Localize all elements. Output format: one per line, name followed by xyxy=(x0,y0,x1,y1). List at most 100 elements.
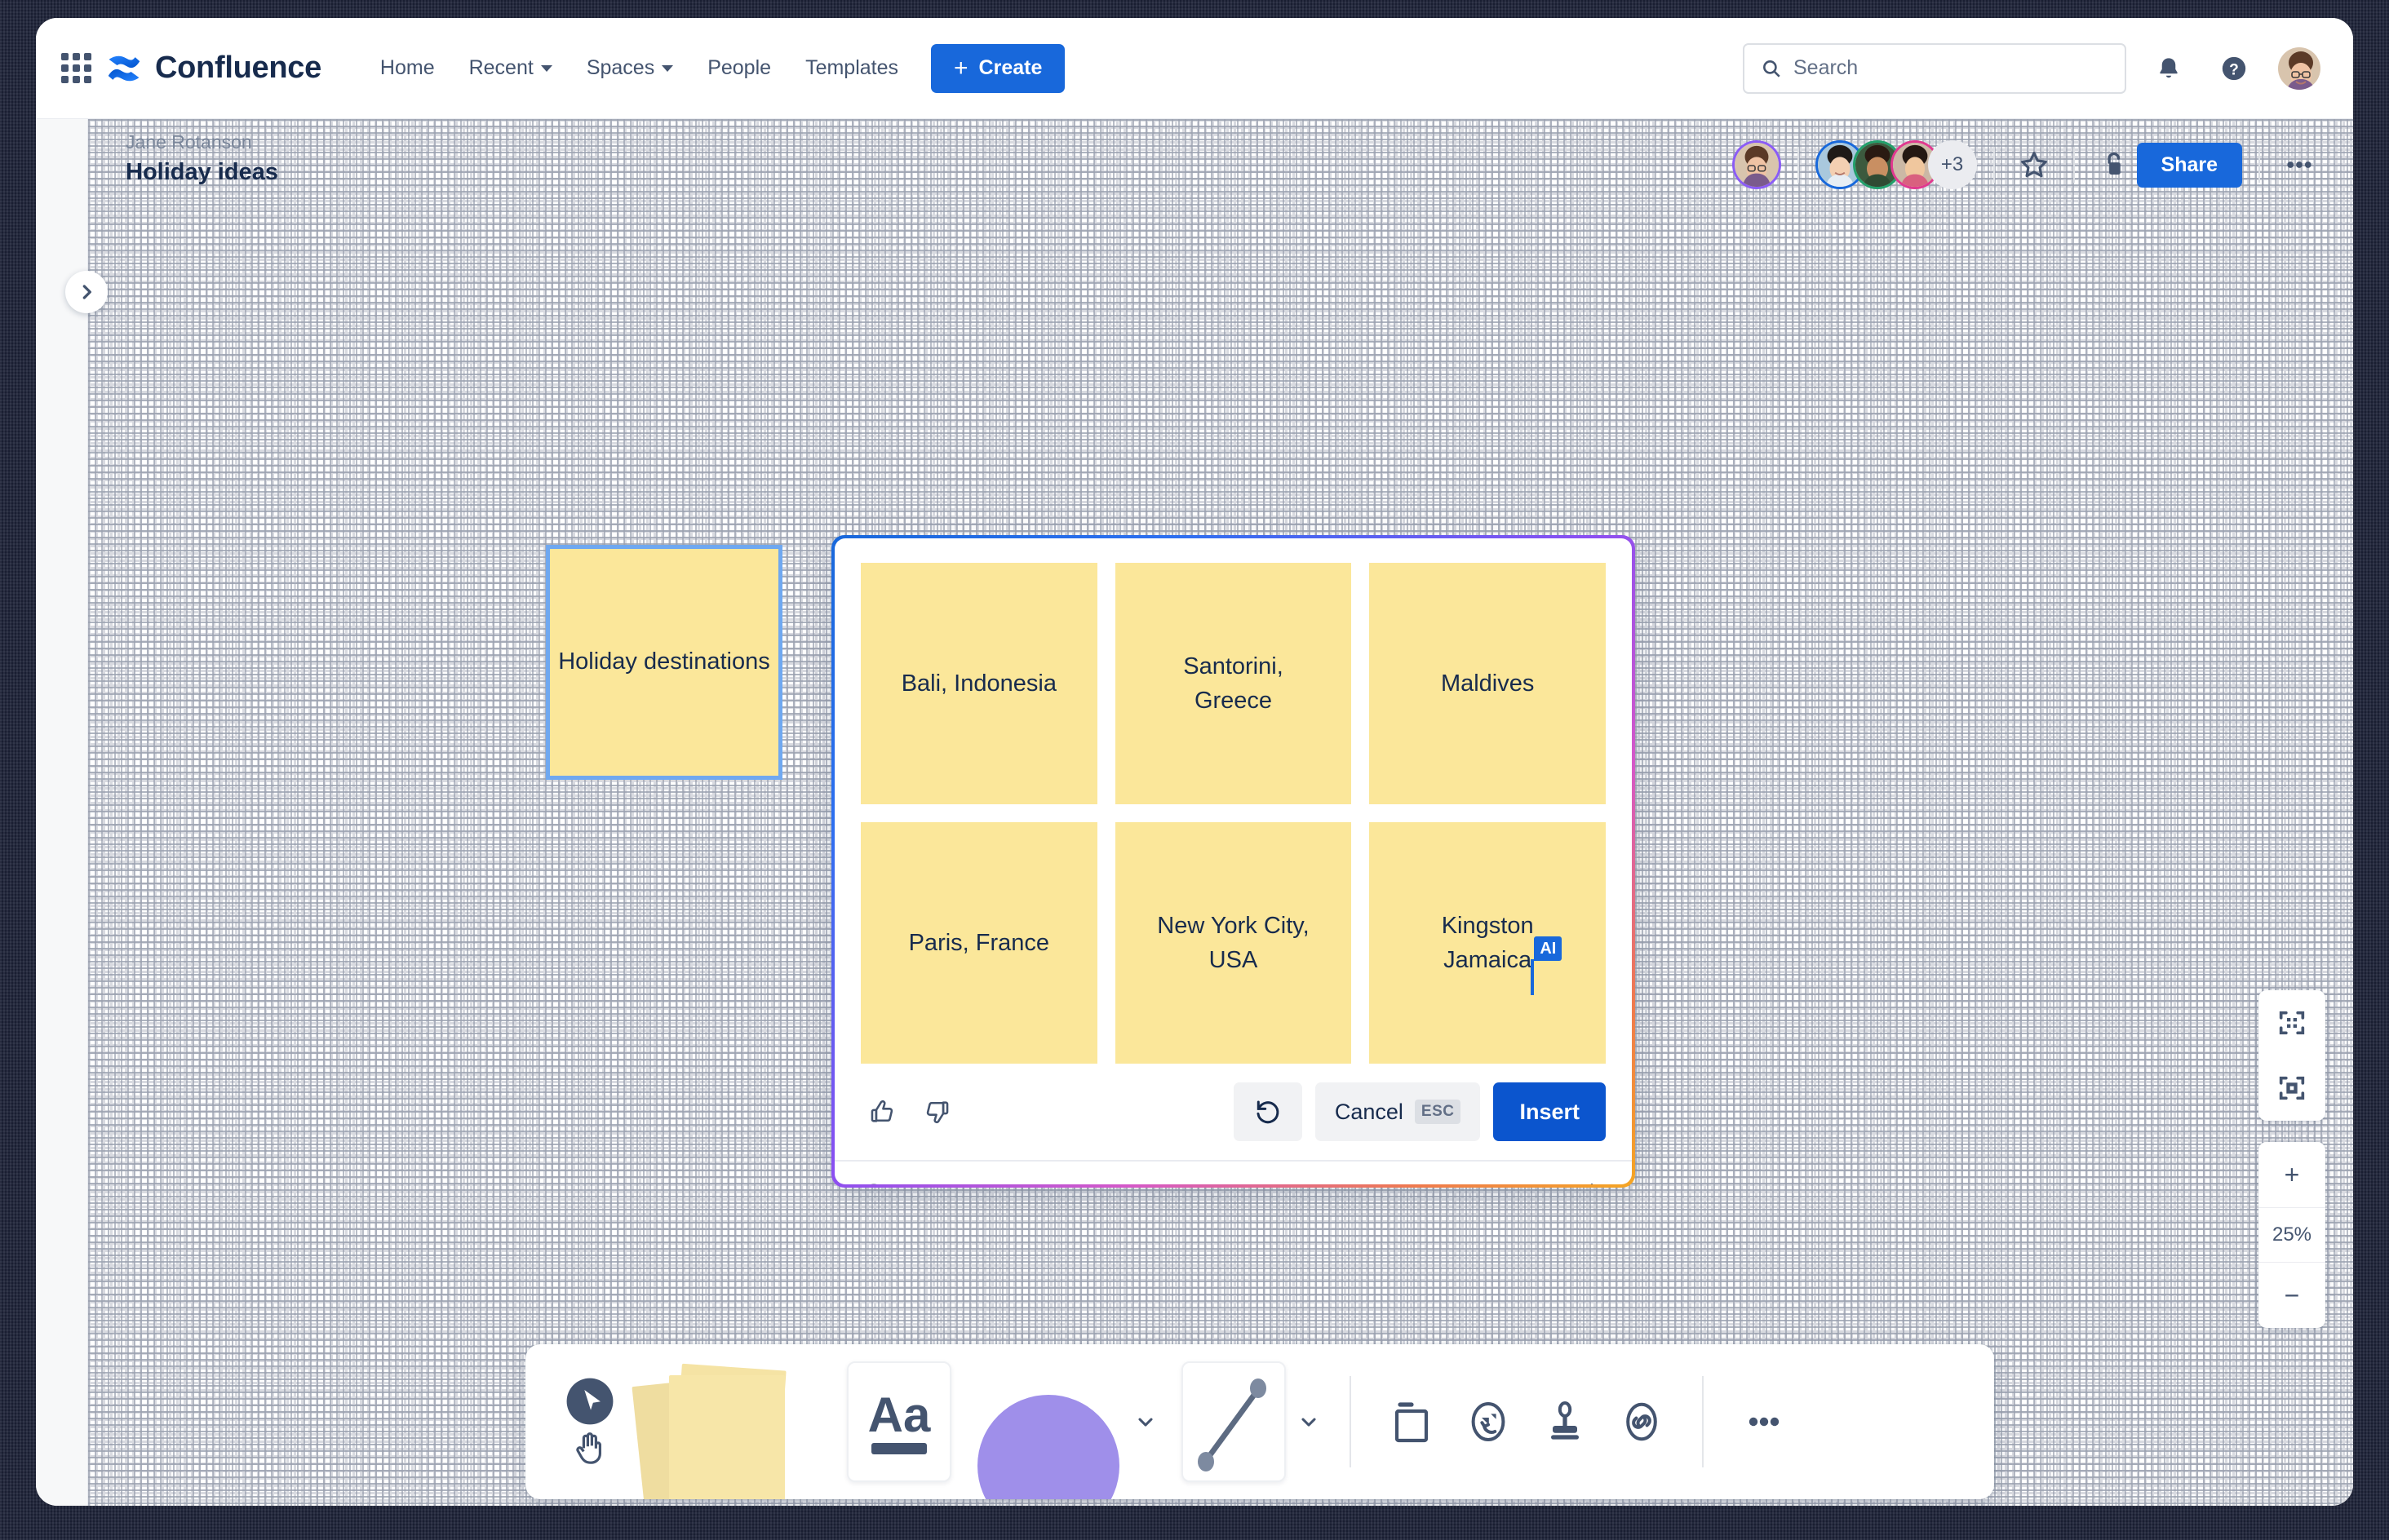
info-icon xyxy=(861,1182,887,1184)
sticky-note-text: Holiday destinations xyxy=(558,646,770,678)
divider xyxy=(2073,147,2075,183)
nav-item-spaces[interactable]: Spaces xyxy=(572,46,688,91)
ai-sticky-note[interactable]: Paris, France xyxy=(861,822,1097,1064)
whiteboard-canvas[interactable]: Holiday destinations Bali, Indonesia San… xyxy=(88,119,2353,1506)
text-Aa-icon: Aa xyxy=(855,1376,943,1467)
ai-sticky-note[interactable]: Maldives xyxy=(1369,563,1606,804)
svg-text:Aa: Aa xyxy=(868,1387,931,1442)
more-horizontal-icon xyxy=(2283,148,2316,181)
toolbar-divider xyxy=(1350,1376,1351,1467)
brand-name: Confluence xyxy=(155,51,321,86)
nav-item-home-label: Home xyxy=(380,56,435,80)
zoom-to-selection-button[interactable] xyxy=(2258,1055,2325,1121)
app-switcher-icon[interactable] xyxy=(57,50,95,87)
insert-button[interactable]: Insert xyxy=(1493,1082,1606,1141)
nav-links: Home Recent Spaces People Templates xyxy=(366,46,913,91)
expand-sidebar-button[interactable] xyxy=(65,271,108,313)
confluence-logo-icon xyxy=(106,51,142,86)
ai-sticky-note[interactable]: New York City,USA xyxy=(1115,822,1352,1064)
more-horizontal-icon xyxy=(1743,1401,1785,1443)
nav-item-spaces-label: Spaces xyxy=(587,56,654,80)
page-title-block: Jane Rotanson Holiday ideas xyxy=(126,131,278,186)
zoom-controls: + 25% − xyxy=(2258,990,2325,1349)
zoom-in-button[interactable]: + xyxy=(2258,1142,2325,1207)
page-title[interactable]: Holiday ideas xyxy=(126,159,278,186)
zoom-out-button[interactable]: − xyxy=(2258,1263,2325,1328)
ai-suggestion-grid: Bali, Indonesia Santorini,Greece Maldive… xyxy=(835,538,1632,1064)
page-more-actions-button[interactable] xyxy=(2276,142,2322,188)
stamp-icon xyxy=(1545,1399,1585,1445)
top-navigation: Confluence Home Recent Spaces People xyxy=(36,18,2353,119)
more-tools-button[interactable] xyxy=(1730,1387,1798,1456)
window-chrome: Confluence Home Recent Spaces People xyxy=(0,0,2389,1540)
thumbs-up-icon[interactable] xyxy=(861,1091,903,1133)
ai-panel-actions: Cancel ESC Insert xyxy=(835,1064,1632,1160)
thumbs-down-icon[interactable] xyxy=(916,1091,959,1133)
ai-sticky-note[interactable]: Bali, Indonesia xyxy=(861,563,1097,804)
share-button[interactable]: Share xyxy=(2137,143,2242,188)
shape-chevron-down-icon[interactable] xyxy=(1131,1407,1160,1436)
shape-tool[interactable] xyxy=(960,1344,1123,1499)
search-placeholder: Search xyxy=(1793,56,1858,80)
stamp-tool[interactable] xyxy=(1531,1387,1599,1456)
ai-panel-footer: Content quality may vary Learn more Powe… xyxy=(835,1160,1632,1184)
ai-sticky-note-text: Santorini,Greece xyxy=(1170,649,1296,718)
star-icon[interactable] xyxy=(2011,142,2057,188)
fit-to-screen-icon xyxy=(2276,1007,2308,1039)
nav-item-recent[interactable]: Recent xyxy=(454,46,567,91)
fit-to-screen-button[interactable] xyxy=(2258,990,2325,1055)
jira-tool[interactable] xyxy=(1454,1387,1522,1456)
line-chevron-down-icon[interactable] xyxy=(1294,1407,1323,1436)
divider xyxy=(1993,147,1995,183)
chevron-down-icon xyxy=(662,65,673,72)
hand-icon[interactable] xyxy=(570,1428,609,1467)
nav-item-recent-label: Recent xyxy=(469,56,534,80)
plus-icon: + xyxy=(954,56,968,81)
cancel-button-label: Cancel xyxy=(1335,1100,1403,1125)
line-tool[interactable] xyxy=(1181,1361,1286,1482)
collaborators-overflow-count[interactable]: +3 xyxy=(1928,140,1977,189)
help-icon[interactable]: ? xyxy=(2211,46,2257,91)
text-tool[interactable]: Aa xyxy=(847,1361,951,1482)
link-tool[interactable] xyxy=(1607,1387,1676,1456)
frame-tool[interactable] xyxy=(1377,1387,1446,1456)
frame-icon xyxy=(1390,1399,1433,1445)
nav-item-templates-label: Templates xyxy=(805,56,898,80)
ai-sticky-note-active[interactable]: KingstonJamaica AI xyxy=(1369,822,1606,1064)
divider xyxy=(1797,147,1799,183)
collaborator-avatar-self[interactable] xyxy=(1732,140,1781,189)
zoom-level-display[interactable]: 25% xyxy=(2258,1207,2325,1263)
cancel-shortcut-badge: ESC xyxy=(1415,1100,1461,1124)
ai-sticky-note[interactable]: Santorini,Greece xyxy=(1115,563,1352,804)
ai-sticky-note-text: New York City,USA xyxy=(1144,909,1322,977)
nav-item-templates[interactable]: Templates xyxy=(791,46,913,91)
ai-cursor-caret: AI xyxy=(1531,959,1534,995)
link-icon xyxy=(1619,1399,1664,1445)
notification-bell-icon[interactable] xyxy=(2146,46,2192,91)
search-input[interactable]: Search xyxy=(1743,43,2126,94)
sticky-note-tool[interactable] xyxy=(635,1344,814,1499)
cancel-button[interactable]: Cancel ESC xyxy=(1315,1082,1481,1141)
view-controls-group xyxy=(2258,990,2325,1121)
create-button[interactable]: + Create xyxy=(931,44,1065,93)
unlock-icon[interactable] xyxy=(2091,142,2137,188)
retry-button[interactable] xyxy=(1234,1082,1302,1141)
profile-avatar[interactable] xyxy=(2276,46,2322,91)
ai-sticky-note-text: Paris, France xyxy=(896,926,1062,960)
page-header-actions: +3 Share xyxy=(1732,140,2322,189)
zoom-to-selection-icon xyxy=(2276,1072,2308,1104)
line-connector-icon xyxy=(1191,1372,1276,1471)
collaborator-avatars: +3 xyxy=(1815,140,1977,189)
nav-item-people-label: People xyxy=(707,56,771,80)
cursor-arrow-icon[interactable] xyxy=(565,1376,615,1427)
ai-sticky-note-text: KingstonJamaica xyxy=(1429,909,1547,977)
confluence-logo-link[interactable]: Confluence xyxy=(106,51,321,86)
nav-item-people[interactable]: People xyxy=(693,46,786,91)
zoom-out-label: − xyxy=(2285,1281,2300,1311)
nav-item-home[interactable]: Home xyxy=(366,46,450,91)
nav-right-cluster: Search ? xyxy=(1743,43,2322,94)
shape-circle-icon xyxy=(977,1395,1119,1499)
share-button-label: Share xyxy=(2161,153,2218,176)
divider xyxy=(2258,147,2260,183)
sticky-note-holiday-destinations[interactable]: Holiday destinations xyxy=(546,545,782,780)
